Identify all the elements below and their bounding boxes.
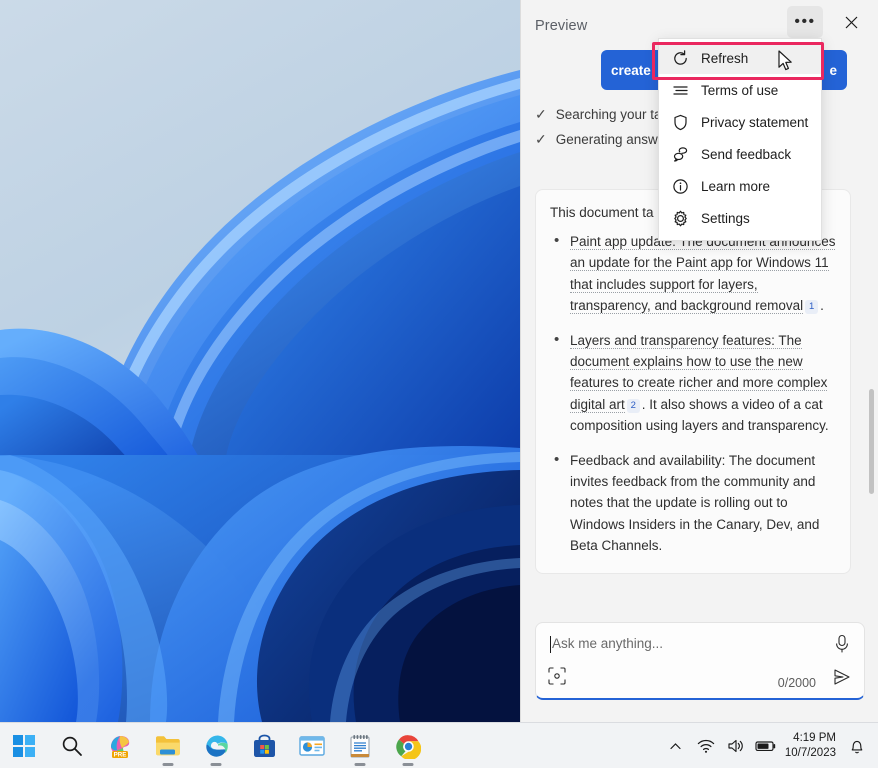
more-dots-icon: ••• bbox=[794, 13, 816, 30]
send-icon bbox=[834, 669, 850, 685]
menu-item-refresh[interactable]: Refresh bbox=[659, 42, 821, 74]
character-counter: 0/2000 bbox=[777, 676, 816, 690]
notifications-button[interactable] bbox=[842, 723, 872, 768]
microphone-icon bbox=[836, 634, 848, 653]
citation-badge[interactable]: 2 bbox=[626, 398, 640, 413]
menu-item-label: Send feedback bbox=[701, 146, 792, 162]
shield-icon bbox=[671, 114, 690, 131]
panel-title: Preview bbox=[535, 18, 588, 34]
microsoft-store[interactable] bbox=[240, 723, 288, 768]
microsoft-edge[interactable] bbox=[192, 723, 240, 768]
info-circle-icon bbox=[671, 178, 690, 195]
feedback-icon bbox=[671, 146, 690, 163]
send-button[interactable] bbox=[832, 667, 852, 692]
list-lines-icon bbox=[671, 82, 690, 99]
system-tray: 4:19 PM 10/7/2023 bbox=[661, 723, 872, 768]
menu-item-label: Terms of use bbox=[701, 82, 779, 98]
close-button[interactable] bbox=[833, 6, 869, 38]
file-explorer[interactable] bbox=[144, 723, 192, 768]
screen: Preview ••• create e ✓ Searching your ta… bbox=[0, 0, 878, 768]
wifi-icon bbox=[697, 739, 715, 753]
windows-taskbar: PRE 4:19 PM 10/7/2023 bbox=[0, 722, 878, 768]
composer-toolbar-row: 0/2000 bbox=[536, 664, 864, 698]
wifi-button[interactable] bbox=[691, 723, 721, 768]
answer-bullet: Feedback and availability: The document … bbox=[550, 449, 836, 557]
clock-date: 10/7/2023 bbox=[784, 747, 836, 759]
start-button[interactable] bbox=[0, 723, 48, 768]
presentation-icon bbox=[299, 736, 325, 756]
close-icon bbox=[845, 16, 857, 28]
menu-item-label: Privacy statement bbox=[701, 114, 809, 130]
desktop-wallpaper bbox=[0, 0, 520, 722]
answer-bullet: Layers and transparency features: The do… bbox=[550, 329, 836, 437]
menu-item-privacy-statement[interactable]: Privacy statement bbox=[659, 106, 821, 138]
taskbar-icon-group: PRE bbox=[0, 723, 432, 768]
menu-item-label: Settings bbox=[701, 210, 750, 226]
chrome-icon bbox=[395, 734, 421, 759]
composer-placeholder[interactable]: Ask me anything... bbox=[552, 636, 663, 651]
citation-badge[interactable]: 1 bbox=[805, 300, 819, 315]
chevron-up-icon bbox=[670, 742, 681, 749]
panel-scrollbar[interactable] bbox=[866, 44, 876, 604]
search-button[interactable] bbox=[48, 723, 96, 768]
volume-button[interactable] bbox=[721, 723, 751, 768]
bullet-plain-text: Feedback and availability: The document … bbox=[570, 452, 820, 554]
gear-icon bbox=[671, 210, 690, 227]
overflow-context-menu: Refresh Terms of use Privacy statement S… bbox=[658, 38, 822, 241]
speaker-icon bbox=[728, 739, 743, 753]
windows-logo-icon bbox=[13, 735, 35, 757]
message-composer: Ask me anything... 0/2000 bbox=[535, 622, 865, 700]
menu-item-send-feedback[interactable]: Send feedback bbox=[659, 138, 821, 170]
scrollbar-thumb[interactable] bbox=[869, 389, 874, 494]
answer-bullet-list: Paint app update: The document announces… bbox=[550, 230, 836, 557]
clock-time: 4:19 PM bbox=[793, 732, 836, 744]
answer-card: This document ta Paint app update: The d… bbox=[535, 189, 851, 574]
refresh-icon bbox=[671, 49, 690, 67]
clock-and-date[interactable]: 4:19 PM 10/7/2023 bbox=[781, 731, 842, 761]
edge-icon bbox=[206, 735, 228, 757]
powerpoint-app[interactable] bbox=[288, 723, 336, 768]
microphone-button[interactable] bbox=[834, 634, 850, 659]
google-chrome[interactable] bbox=[384, 723, 432, 768]
bell-icon bbox=[851, 740, 863, 753]
menu-item-learn-more[interactable]: Learn more bbox=[659, 170, 821, 202]
bullet-tail: . bbox=[820, 298, 824, 314]
battery-icon bbox=[755, 741, 776, 751]
bullet-cited-text: Paint app update: The document announces… bbox=[570, 234, 836, 315]
folder-icon bbox=[156, 736, 180, 756]
check-icon: ✓ bbox=[535, 131, 547, 147]
wallpaper-bloom-art bbox=[0, 0, 520, 722]
menu-item-terms-of-use[interactable]: Terms of use bbox=[659, 74, 821, 106]
menu-item-label: Learn more bbox=[701, 178, 771, 194]
paint-app-icon: PRE bbox=[111, 736, 130, 759]
svg-text:PRE: PRE bbox=[114, 752, 127, 759]
text-caret bbox=[550, 636, 551, 653]
notepad-app[interactable] bbox=[336, 723, 384, 768]
paint-pre-app[interactable]: PRE bbox=[96, 723, 144, 768]
answer-bullet: Paint app update: The document announces… bbox=[550, 230, 836, 317]
battery-button[interactable] bbox=[751, 723, 781, 768]
scan-image-icon bbox=[548, 667, 566, 685]
search-icon bbox=[62, 736, 82, 756]
store-icon bbox=[253, 734, 275, 757]
more-options-button[interactable]: ••• bbox=[787, 6, 823, 38]
tray-chevron-button[interactable] bbox=[661, 723, 691, 768]
menu-item-label: Refresh bbox=[701, 50, 749, 66]
composer-input-row: Ask me anything... bbox=[536, 623, 864, 667]
check-icon: ✓ bbox=[535, 106, 547, 122]
notepad-icon bbox=[350, 734, 370, 758]
scan-image-button[interactable] bbox=[548, 667, 566, 690]
menu-item-settings[interactable]: Settings bbox=[659, 202, 821, 234]
